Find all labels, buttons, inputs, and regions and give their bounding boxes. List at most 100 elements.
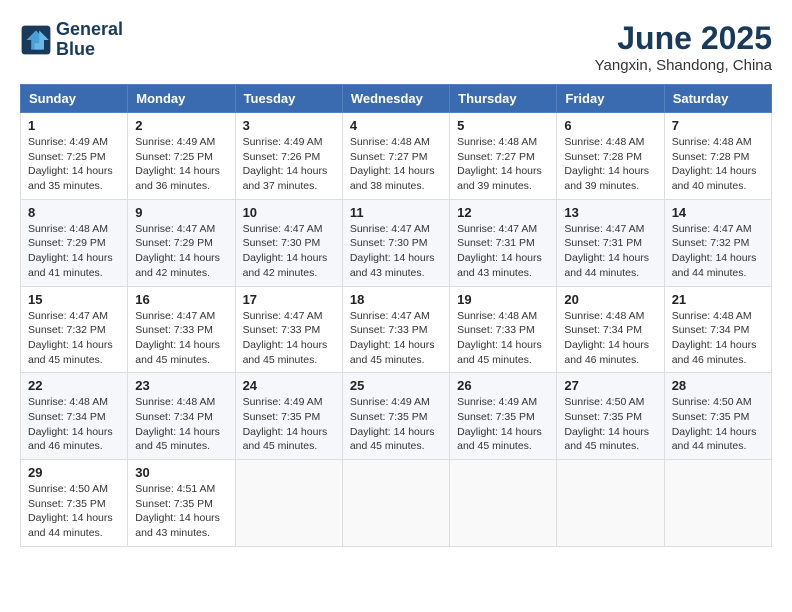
day-info: Sunrise: 4:49 AMSunset: 7:35 PMDaylight:… [243, 395, 335, 454]
day-number: 26 [457, 378, 549, 393]
calendar-cell: 9Sunrise: 4:47 AMSunset: 7:29 PMDaylight… [128, 199, 235, 286]
calendar-cell: 10 Sunrise: 4:47 AMSunset: 7:30 PMDayligh… [235, 199, 342, 286]
month-title: June 2025 [595, 20, 772, 57]
day-info: Sunrise: 4:51 AMSunset: 7:35 PMDaylight:… [135, 482, 227, 541]
day-number: 19 [457, 292, 549, 307]
week-row-1: 1Sunrise: 4:49 AMSunset: 7:25 PMDaylight… [21, 113, 772, 200]
calendar-cell: 20Sunrise: 4:48 AMSunset: 7:34 PMDayligh… [557, 286, 664, 373]
day-number: 11 [350, 205, 442, 220]
day-number: 10 [243, 205, 335, 220]
day-number: 24 [243, 378, 335, 393]
calendar-cell: 13Sunrise: 4:47 AMSunset: 7:31 PMDayligh… [557, 199, 664, 286]
calendar-cell: 1Sunrise: 4:49 AMSunset: 7:25 PMDaylight… [21, 113, 128, 200]
day-number: 3 [243, 118, 335, 133]
day-info: Sunrise: 4:48 AMSunset: 7:28 PMDaylight:… [564, 135, 656, 194]
calendar-cell: 5 Sunrise: 4:48 AMSunset: 7:27 PMDaylight… [450, 113, 557, 200]
calendar-cell: 17 Sunrise: 4:47 AMSunset: 7:33 PMDayligh… [235, 286, 342, 373]
day-number: 25 [350, 378, 442, 393]
day-number: 16 [135, 292, 227, 307]
day-info: Sunrise: 4:48 AMSunset: 7:34 PMDaylight:… [672, 309, 764, 368]
day-info: Sunrise: 4:47 AMSunset: 7:33 PMDaylight:… [135, 309, 227, 368]
day-info: Sunrise: 4:48 AMSunset: 7:34 PMDaylight:… [28, 395, 120, 454]
day-info: Sunrise: 4:47 AMSunset: 7:30 PMDaylight:… [243, 222, 335, 281]
column-header-tuesday: Tuesday [235, 85, 342, 113]
calendar-cell: 7Sunrise: 4:48 AMSunset: 7:28 PMDaylight… [664, 113, 771, 200]
day-number: 20 [564, 292, 656, 307]
day-number: 28 [672, 378, 764, 393]
calendar-cell: 22 Sunrise: 4:48 AMSunset: 7:34 PMDayligh… [21, 373, 128, 460]
day-number: 4 [350, 118, 442, 133]
location-subtitle: Yangxin, Shandong, China [595, 57, 772, 74]
calendar-table: SundayMondayTuesdayWednesdayThursdayFrid… [20, 84, 772, 547]
calendar-cell: 15 Sunrise: 4:47 AMSunset: 7:32 PMDayligh… [21, 286, 128, 373]
day-number: 23 [135, 378, 227, 393]
day-number: 5 [457, 118, 549, 133]
calendar-cell: 12Sunrise: 4:47 AMSunset: 7:31 PMDayligh… [450, 199, 557, 286]
calendar-cell: 26 Sunrise: 4:49 AMSunset: 7:35 PMDayligh… [450, 373, 557, 460]
logo: General Blue [20, 20, 123, 60]
day-number: 7 [672, 118, 764, 133]
calendar-cell: 8 Sunrise: 4:48 AMSunset: 7:29 PMDaylight… [21, 199, 128, 286]
calendar-cell: 28 Sunrise: 4:50 AMSunset: 7:35 PMDayligh… [664, 373, 771, 460]
day-number: 18 [350, 292, 442, 307]
week-row-2: 8 Sunrise: 4:48 AMSunset: 7:29 PMDaylight… [21, 199, 772, 286]
calendar-cell: 29Sunrise: 4:50 AMSunset: 7:35 PMDayligh… [21, 460, 128, 547]
day-number: 8 [28, 205, 120, 220]
calendar-cell: 4 Sunrise: 4:48 AMSunset: 7:27 PMDaylight… [342, 113, 449, 200]
day-info: Sunrise: 4:47 AMSunset: 7:32 PMDaylight:… [28, 309, 120, 368]
day-info: Sunrise: 4:48 AMSunset: 7:27 PMDaylight:… [457, 135, 549, 194]
day-info: Sunrise: 4:47 AMSunset: 7:33 PMDaylight:… [243, 309, 335, 368]
day-info: Sunrise: 4:49 AMSunset: 7:35 PMDaylight:… [457, 395, 549, 454]
day-info: Sunrise: 4:48 AMSunset: 7:33 PMDaylight:… [457, 309, 549, 368]
day-info: Sunrise: 4:49 AMSunset: 7:25 PMDaylight:… [28, 135, 120, 194]
day-info: Sunrise: 4:48 AMSunset: 7:29 PMDaylight:… [28, 222, 120, 281]
day-info: Sunrise: 4:47 AMSunset: 7:32 PMDaylight:… [672, 222, 764, 281]
calendar-cell [235, 460, 342, 547]
column-header-monday: Monday [128, 85, 235, 113]
day-number: 2 [135, 118, 227, 133]
day-number: 6 [564, 118, 656, 133]
calendar-cell [342, 460, 449, 547]
calendar-cell: 18 Sunrise: 4:47 AMSunset: 7:33 PMDayligh… [342, 286, 449, 373]
page-header: General Blue June 2025 Yangxin, Shandong… [20, 20, 772, 74]
day-info: Sunrise: 4:48 AMSunset: 7:34 PMDaylight:… [135, 395, 227, 454]
logo-line1: General [56, 20, 123, 40]
day-number: 9 [135, 205, 227, 220]
calendar-cell: 19 Sunrise: 4:48 AMSunset: 7:33 PMDayligh… [450, 286, 557, 373]
calendar-cell: 11 Sunrise: 4:47 AMSunset: 7:30 PMDayligh… [342, 199, 449, 286]
calendar-cell: 2Sunrise: 4:49 AMSunset: 7:25 PMDaylight… [128, 113, 235, 200]
calendar-cell: 24 Sunrise: 4:49 AMSunset: 7:35 PMDayligh… [235, 373, 342, 460]
calendar-cell: 14Sunrise: 4:47 AMSunset: 7:32 PMDayligh… [664, 199, 771, 286]
day-info: Sunrise: 4:48 AMSunset: 7:27 PMDaylight:… [350, 135, 442, 194]
calendar-header-row: SundayMondayTuesdayWednesdayThursdayFrid… [21, 85, 772, 113]
calendar-cell: 3Sunrise: 4:49 AMSunset: 7:26 PMDaylight… [235, 113, 342, 200]
day-info: Sunrise: 4:49 AMSunset: 7:35 PMDaylight:… [350, 395, 442, 454]
column-header-thursday: Thursday [450, 85, 557, 113]
day-info: Sunrise: 4:50 AMSunset: 7:35 PMDaylight:… [564, 395, 656, 454]
calendar-cell [664, 460, 771, 547]
column-header-sunday: Sunday [21, 85, 128, 113]
week-row-3: 15 Sunrise: 4:47 AMSunset: 7:32 PMDayligh… [21, 286, 772, 373]
calendar-cell [450, 460, 557, 547]
calendar-cell [557, 460, 664, 547]
column-header-friday: Friday [557, 85, 664, 113]
day-number: 22 [28, 378, 120, 393]
calendar-cell: 6 Sunrise: 4:48 AMSunset: 7:28 PMDaylight… [557, 113, 664, 200]
column-header-saturday: Saturday [664, 85, 771, 113]
day-number: 21 [672, 292, 764, 307]
day-number: 12 [457, 205, 549, 220]
day-number: 17 [243, 292, 335, 307]
logo-line2: Blue [56, 40, 123, 60]
day-number: 15 [28, 292, 120, 307]
title-area: June 2025 Yangxin, Shandong, China [595, 20, 772, 74]
calendar-cell: 27Sunrise: 4:50 AMSunset: 7:35 PMDayligh… [557, 373, 664, 460]
day-info: Sunrise: 4:47 AMSunset: 7:30 PMDaylight:… [350, 222, 442, 281]
calendar-cell: 16 Sunrise: 4:47 AMSunset: 7:33 PMDayligh… [128, 286, 235, 373]
day-info: Sunrise: 4:47 AMSunset: 7:33 PMDaylight:… [350, 309, 442, 368]
day-number: 30 [135, 465, 227, 480]
logo-icon [20, 24, 52, 56]
calendar-cell: 30 Sunrise: 4:51 AMSunset: 7:35 PMDayligh… [128, 460, 235, 547]
day-info: Sunrise: 4:50 AMSunset: 7:35 PMDaylight:… [672, 395, 764, 454]
day-info: Sunrise: 4:47 AMSunset: 7:31 PMDaylight:… [564, 222, 656, 281]
week-row-4: 22 Sunrise: 4:48 AMSunset: 7:34 PMDayligh… [21, 373, 772, 460]
